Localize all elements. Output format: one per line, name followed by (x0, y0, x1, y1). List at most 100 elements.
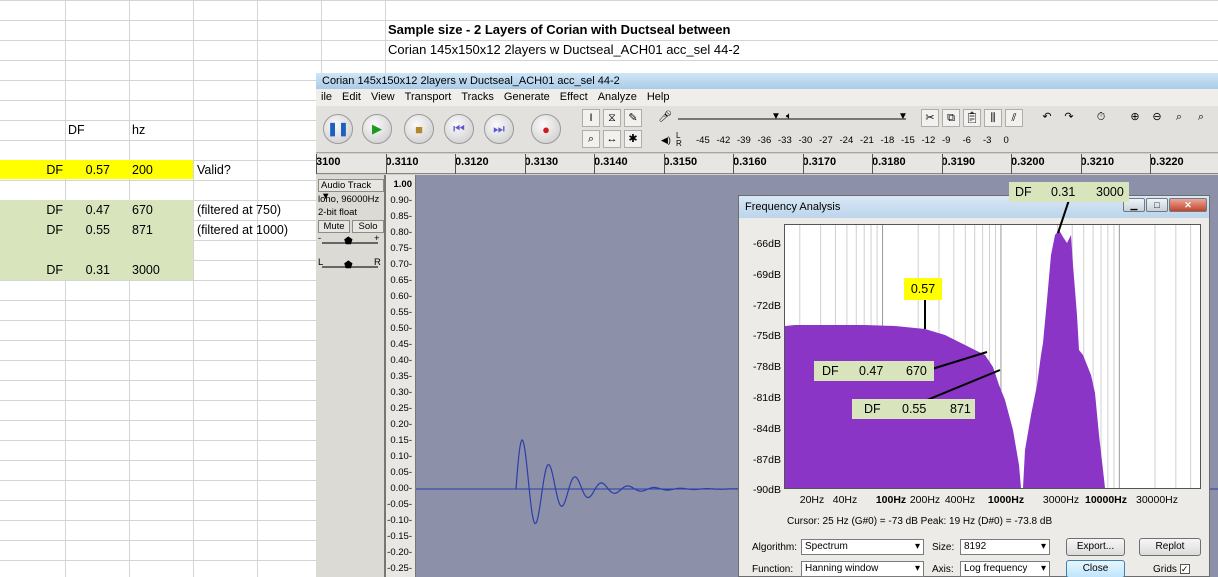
menu-edit[interactable]: Edit (337, 89, 366, 106)
redo-button[interactable]: ↷ (1060, 109, 1078, 127)
amplitude-label: 0.25- (390, 403, 412, 414)
solo-button[interactable]: Solo (352, 220, 384, 233)
timeline-ruler[interactable]: 3100 0.3110 0.3120 0.3130 0.3140 0.3150 0.3160… (316, 154, 1218, 174)
track-menu-button[interactable]: Audio Track ▼ (318, 179, 384, 202)
annotation-df-871[interactable]: DF 0.55 871 (852, 399, 975, 419)
draw-tool[interactable]: ✎ (624, 109, 642, 127)
record-button[interactable]: ● (531, 114, 561, 144)
skip-end-button[interactable]: ⏭ (484, 114, 514, 144)
row1-hz[interactable]: 200 (132, 161, 153, 180)
export-button[interactable]: Export... (1066, 538, 1125, 556)
meter-tick-label: -39 (737, 135, 751, 146)
db-label: -75dB (752, 330, 781, 343)
trim-button[interactable]: ⫼ (984, 109, 1002, 127)
output-slider-thumb[interactable]: ▼ (898, 111, 908, 122)
size-select[interactable]: 8192 (960, 539, 1050, 555)
skip-start-button[interactable]: ⏮ (444, 114, 474, 144)
input-slider-thumb[interactable]: ▼ (771, 111, 781, 122)
copy-icon: ⧉ (947, 112, 955, 124)
silence-button[interactable]: ⫽ (1005, 109, 1023, 127)
grid-col-line (257, 0, 258, 577)
grid-col-line (129, 0, 130, 577)
envelope-tool[interactable]: ⧖ (603, 109, 621, 127)
row2-df[interactable]: 0.47 (65, 201, 110, 220)
grids-checkbox[interactable]: ✓ (1179, 564, 1190, 575)
undo-button[interactable]: ↶ (1038, 109, 1056, 127)
row4-label[interactable]: DF (0, 261, 63, 280)
multi-tool[interactable]: ✱ (624, 130, 642, 148)
grids-toggle[interactable]: Grids ✓ (1153, 564, 1190, 575)
annotation-df-3000[interactable]: DF 0.31 3000 (1009, 182, 1129, 202)
row2-note[interactable]: (filtered at 750) (197, 201, 281, 220)
zoom-in-button[interactable]: ⊕ (1126, 109, 1144, 127)
row3-note[interactable]: (filtered at 1000) (197, 221, 288, 240)
ruler-tick (594, 154, 595, 174)
copy-button[interactable]: ⧉ (942, 109, 960, 127)
row2-hz[interactable]: 670 (132, 201, 153, 220)
db-label: -72dB (752, 299, 781, 312)
menu-effect[interactable]: Effect (555, 89, 593, 106)
ruler-tick-label: 0.3160 (733, 156, 767, 168)
mute-button[interactable]: Mute (318, 220, 350, 233)
annotation-df-670[interactable]: DF 0.47 670 (814, 361, 934, 381)
pause-button[interactable]: ❚❚ (323, 114, 353, 144)
paste-icon: 📋︎ (965, 112, 979, 124)
replot-button[interactable]: Replot (1139, 538, 1201, 556)
sync-lock-button[interactable]: ⏱ (1092, 109, 1110, 127)
function-select[interactable]: Hanning window (801, 561, 924, 577)
row2-label[interactable]: DF (0, 201, 63, 220)
annotation-df-value: 0.55 (902, 402, 927, 416)
spectrum-plot[interactable] (784, 2, 1201, 489)
ruler-tick-label: 0.3190 (941, 156, 976, 168)
row1-note[interactable]: Valid? (197, 161, 231, 180)
fit-project-button[interactable]: ⌕ (1192, 109, 1210, 127)
row4-hz[interactable]: 3000 (132, 261, 160, 280)
track-panel: Audio Track ▼ lono, 96000Hz 2-bit float … (316, 175, 386, 577)
output-slider-track[interactable] (804, 118, 904, 120)
menu-file[interactable]: ile (316, 89, 337, 106)
sheet-subtitle[interactable]: Corian 145x150x12 2layers w Ductseal_ACH… (388, 42, 740, 57)
db-label: -69dB (752, 268, 781, 281)
menu-analyze[interactable]: Analyze (593, 89, 642, 106)
sheet-title[interactable]: Sample size - 2 Layers of Corian with Du… (388, 22, 730, 37)
audacity-title-text: Corian 145x150x12 2layers w Ductseal_ACH… (322, 75, 620, 87)
play-button[interactable]: ▶ (362, 114, 392, 144)
zoom-tool[interactable]: ⌕ (582, 130, 600, 148)
row4-df[interactable]: 0.31 (65, 261, 110, 280)
output-meter[interactable]: -45 -42 -39 -36 -33 -30 -27 -24 -21 -18 -15 -12 -9 -6… (696, 135, 1012, 149)
window-close-button[interactable]: ✕ (1169, 198, 1207, 212)
stop-button[interactable]: ■ (404, 114, 434, 144)
menu-tracks[interactable]: Tracks (456, 89, 499, 106)
row3-hz[interactable]: 871 (132, 221, 153, 240)
fit-selection-button[interactable]: ⌕ (1170, 109, 1188, 127)
gain-slider-thumb[interactable]: ⬟ (344, 236, 353, 247)
cut-button[interactable]: ✂ (921, 109, 939, 127)
axis-value: Log frequency (964, 563, 1028, 574)
menu-view[interactable]: View (366, 89, 400, 106)
row1-df[interactable]: 0.57 (65, 161, 110, 180)
audacity-titlebar[interactable]: Corian 145x150x12 2layers w Ductseal_ACH… (316, 73, 1218, 89)
paste-button[interactable]: 📋︎ (963, 109, 981, 127)
trim-icon: ⫼ (990, 112, 996, 124)
ruler-tick (1011, 154, 1012, 174)
timeshift-tool[interactable]: ↔ (603, 130, 621, 148)
zoom-out-button[interactable]: ⊖ (1148, 109, 1166, 127)
grid-col-line (193, 0, 194, 577)
row1-label[interactable]: DF (0, 161, 63, 180)
algorithm-select[interactable]: Spectrum (801, 539, 924, 555)
close-button[interactable]: Close (1066, 560, 1125, 577)
pan-slider-thumb[interactable]: ⬟ (344, 260, 353, 271)
spectrum-chart (785, 2, 1200, 488)
row3-df[interactable]: 0.55 (65, 221, 110, 240)
menu-generate[interactable]: Generate (499, 89, 555, 106)
ruler-tick (455, 154, 456, 174)
menu-transport[interactable]: Transport (400, 89, 457, 106)
maximize-button[interactable]: □ (1146, 198, 1168, 212)
selection-tool[interactable]: I (582, 109, 600, 127)
axis-select[interactable]: Log frequency (960, 561, 1050, 577)
play-icon: ▶ (372, 121, 382, 136)
annotation-057[interactable]: 0.57 (904, 278, 942, 300)
clock-icon: ⏱ (1096, 111, 1106, 123)
row3-label[interactable]: DF (0, 221, 63, 240)
menu-help[interactable]: Help (642, 89, 675, 106)
